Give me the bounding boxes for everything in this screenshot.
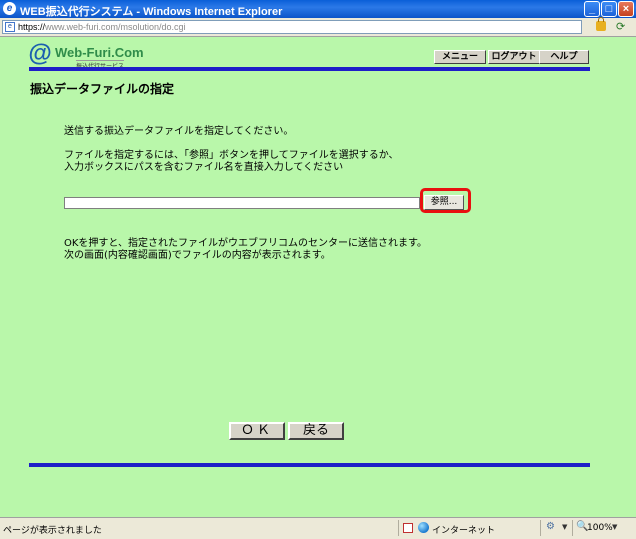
refresh-icon[interactable]: ⟳ (616, 20, 625, 33)
security-zone: インターネット (432, 526, 496, 536)
status-text: ページが表示されました (3, 526, 102, 536)
zoom-level[interactable]: 100% (587, 523, 613, 533)
status-divider (572, 520, 573, 536)
window-title-bar: e WEB振込代行システム - Windows Internet Explore… (0, 0, 636, 18)
url-domain: www.web-furi.com (45, 22, 119, 32)
minimize-button[interactable]: _ (584, 1, 600, 17)
status-divider (540, 520, 541, 536)
page-content: @ Web-Furi.Com 振込代行サービス メニュー ログアウト ヘルプ 振… (0, 37, 636, 517)
ie-icon: e (3, 2, 16, 15)
help-text-line-2: 入力ボックスにパスを含むファイル名を直接入力してください (64, 162, 344, 173)
maximize-button[interactable]: □ (601, 1, 617, 17)
file-path-input[interactable] (64, 197, 420, 209)
status-divider (398, 520, 399, 536)
window-title: WEB振込代行システム - Windows Internet Explorer (20, 6, 283, 18)
logo-brand: Web-Furi.Com (55, 45, 144, 60)
address-input[interactable]: e https://www.web-furi.com/msolution/do.c… (2, 20, 582, 34)
status-bar: ページが表示されました インターネット ⚙ ▼ 🔍 100% ▼ (0, 517, 636, 539)
note-text-line-2: 次の画面(内容確認画面)でファイルの内容が表示されます。 (64, 250, 331, 261)
back-button[interactable]: 戻る (288, 422, 344, 440)
logo-at-symbol: @ (28, 40, 52, 67)
globe-icon (418, 522, 429, 533)
page-icon: e (5, 22, 15, 32)
instruction-text: 送信する振込データファイルを指定してください。 (64, 126, 294, 137)
menu-button[interactable]: メニュー (434, 50, 486, 64)
close-button[interactable]: × (618, 1, 634, 17)
protected-mode-icon[interactable]: ⚙ (546, 521, 555, 532)
chevron-down-icon[interactable]: ▼ (562, 523, 567, 531)
help-button[interactable]: ヘルプ (539, 50, 589, 64)
url-scheme: https:// (18, 22, 46, 32)
url-path: /msolution/do.cgi (118, 22, 186, 32)
logout-button[interactable]: ログアウト (488, 50, 540, 64)
lock-icon[interactable] (596, 17, 606, 31)
chevron-down-icon[interactable]: ▼ (612, 523, 617, 531)
page-title: 振込データファイルの指定 (30, 82, 175, 96)
browse-highlight (420, 188, 471, 213)
popup-blocked-icon[interactable] (403, 523, 413, 533)
ok-button[interactable]: ＯＫ (229, 422, 285, 440)
header-divider (29, 67, 590, 71)
address-bar: e https://www.web-furi.com/msolution/do.c… (0, 17, 636, 37)
footer-divider (29, 463, 590, 467)
